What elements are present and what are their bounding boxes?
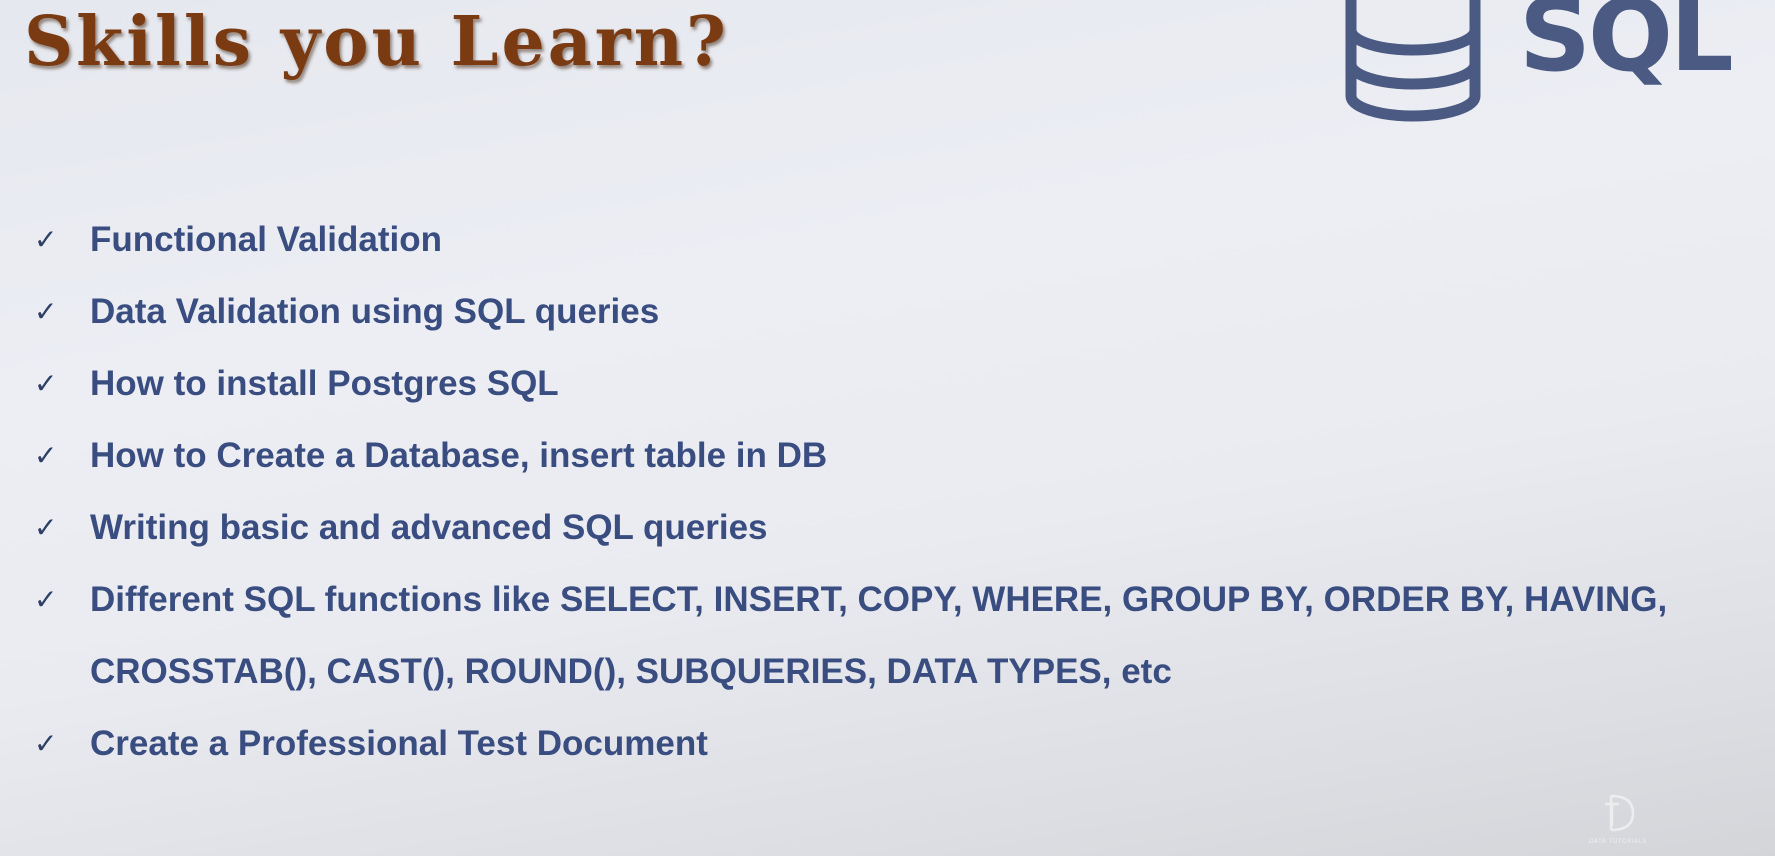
skills-list: ✓ Functional Validation ✓ Data Validatio… xyxy=(34,218,1680,794)
data-tutorials-watermark: DATA TUTORIALS xyxy=(1583,790,1653,850)
list-item: ✓ Writing basic and advanced SQL queries xyxy=(34,506,1680,550)
skill-label: Data Validation using SQL queries xyxy=(90,292,660,331)
check-icon: ✓ xyxy=(34,727,58,760)
check-icon: ✓ xyxy=(34,223,58,256)
skill-label: Writing basic and advanced SQL queries xyxy=(90,508,768,547)
data-tutorials-logo-icon xyxy=(1605,794,1635,832)
list-item: ✓ How to Create a Database, insert table… xyxy=(34,434,1680,478)
skill-label: How to install Postgres SQL xyxy=(90,364,559,403)
check-icon: ✓ xyxy=(34,511,58,544)
skill-label: Different SQL functions like SELECT, INS… xyxy=(90,580,1668,691)
skill-label: How to Create a Database, insert table i… xyxy=(90,436,828,475)
slide-title: Skills you Learn? xyxy=(24,2,729,82)
check-icon: ✓ xyxy=(34,367,58,400)
skill-label: Create a Professional Test Document xyxy=(90,724,708,763)
watermark-text: DATA TUTORIALS xyxy=(1588,838,1647,845)
sql-wordmark: SQL xyxy=(1519,0,1734,94)
list-item: ✓ Create a Professional Test Document xyxy=(34,722,1680,766)
database-cylinder-icon xyxy=(1345,0,1481,122)
list-item: ✓ Data Validation using SQL queries xyxy=(34,290,1680,334)
check-icon: ✓ xyxy=(34,439,58,472)
sql-logo: SQL xyxy=(1335,0,1734,140)
list-item: ✓ Different SQL functions like SELECT, I… xyxy=(34,578,1680,694)
skill-label: Functional Validation xyxy=(90,220,442,259)
list-item: ✓ How to install Postgres SQL xyxy=(34,362,1680,406)
check-icon: ✓ xyxy=(34,583,58,616)
list-item: ✓ Functional Validation xyxy=(34,218,1680,262)
check-icon: ✓ xyxy=(34,295,58,328)
